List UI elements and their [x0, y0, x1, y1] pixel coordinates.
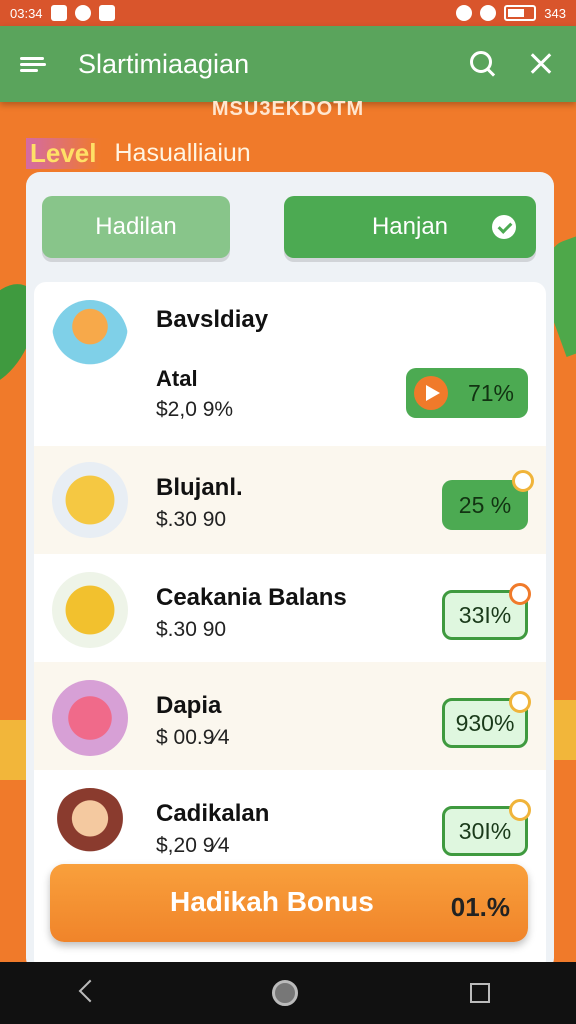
bonus-button[interactable]: Hadikah Bonus 01.% — [50, 864, 528, 942]
item-price: $,20 9⁄4 — [156, 834, 230, 857]
item-percent-button[interactable]: 25 % — [442, 470, 534, 530]
search-icon[interactable] — [468, 49, 498, 79]
item-title: Cadikalan — [156, 800, 270, 827]
pin-icon — [512, 470, 534, 492]
status-time: 03:34 — [10, 5, 43, 21]
app-title: Slartimiaagian — [78, 48, 250, 79]
item-percent: 71% — [467, 379, 514, 406]
item-title: Ceakania Balans — [156, 584, 347, 611]
item-title: Bavsldiay — [156, 306, 269, 333]
tab-hanjan[interactable]: Hanjan — [284, 196, 536, 258]
item-percent-button[interactable]: 71% — [406, 368, 528, 418]
list-item[interactable]: Cadikalan $,20 9⁄4 30I% — [34, 770, 546, 878]
navigation-bar — [0, 962, 576, 1024]
level-row: Level Hasualliaiun — [26, 138, 251, 169]
level-badge: Level — [26, 138, 101, 169]
tab-label: Hanjan — [371, 213, 449, 240]
pin-icon — [509, 691, 531, 713]
item-price: $ 00.9⁄4 — [156, 726, 230, 749]
list-item[interactable]: Blujanl. $.30 90 25 % — [34, 446, 546, 554]
item-title: Blujanl. — [156, 474, 243, 501]
item-percent-button[interactable]: 33I% — [442, 583, 531, 640]
character-icon — [52, 300, 128, 376]
candy-icon — [52, 680, 128, 756]
bonus-label: Hadikah Bonus — [170, 886, 374, 917]
subheading: MSU3EKDOTM — [211, 98, 365, 120]
notification-icon — [74, 5, 91, 21]
item-price: $.30 90 — [156, 508, 227, 531]
item-percent-button[interactable]: 30I% — [442, 799, 531, 856]
wifi-icon — [480, 5, 497, 21]
app-notification-icon — [98, 5, 115, 21]
pin-icon — [509, 583, 531, 605]
gallery-icon — [50, 5, 67, 21]
item-percent-button[interactable]: 930% — [442, 691, 531, 748]
item-price: $2,0 9% — [156, 398, 234, 421]
battery-icon — [504, 5, 537, 21]
alarm-icon — [456, 5, 473, 21]
item-percent: 30I% — [458, 817, 512, 844]
item-percent: 25 % — [458, 491, 512, 518]
item-percent: 33I% — [458, 601, 512, 628]
tab-label: Hadilan — [95, 213, 177, 240]
back-menu-icon[interactable] — [20, 54, 48, 74]
level-text: Hasualliaiun — [114, 139, 251, 167]
gold-bars-icon — [52, 462, 128, 538]
status-bar: 03:34 343 — [0, 0, 576, 26]
tab-hadilan[interactable]: Hadilan — [42, 196, 230, 258]
list-item[interactable]: Bavsldiay Atal $2,0 9% 71% — [34, 282, 546, 421]
rewards-panel: Hadilan Hanjan Bavsldiay Atal $2,0 9% 71… — [26, 172, 554, 972]
item-title: Dapia — [156, 692, 222, 719]
bonus-value: 01.% — [450, 892, 510, 922]
pin-icon — [509, 799, 531, 821]
home-icon[interactable] — [272, 980, 298, 1006]
item-subtitle: Atal — [156, 366, 198, 391]
check-icon — [492, 215, 516, 239]
close-icon[interactable] — [526, 49, 556, 79]
item-percent: 930% — [455, 709, 515, 736]
play-icon — [414, 376, 448, 410]
list-item[interactable]: Dapia $ 00.9⁄4 930% — [34, 662, 546, 770]
recents-icon[interactable] — [470, 983, 490, 1003]
list-item[interactable]: Ceakania Balans $.30 90 33I% — [34, 554, 546, 662]
item-price: $.30 90 — [156, 618, 227, 641]
coin-icon — [52, 572, 128, 648]
app-bar: Slartimiaagian — [0, 26, 576, 102]
character-icon — [52, 788, 128, 864]
status-right-text: 343 — [544, 5, 566, 21]
